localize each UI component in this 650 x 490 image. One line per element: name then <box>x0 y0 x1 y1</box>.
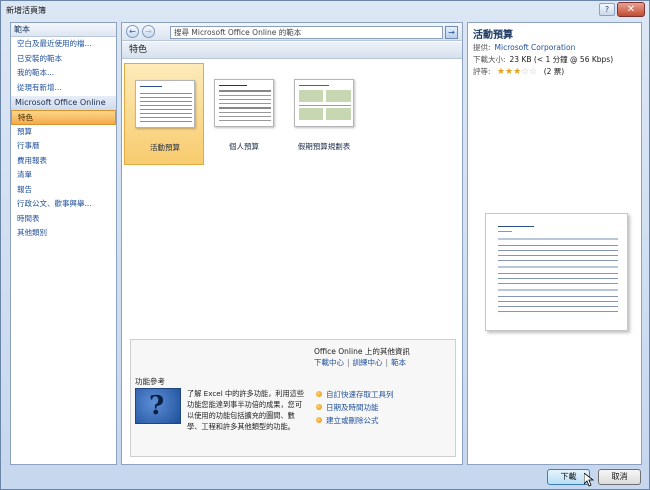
search-input[interactable]: 搜尋 Microsoft Office Online 的範本 <box>170 26 443 39</box>
template-label: 活動預算 <box>150 143 180 152</box>
mouse-cursor-icon <box>584 473 594 487</box>
template-categories: 範本 空白及最近使用的檔... 已安裝的範本 我的範本... 從現有新增... … <box>10 22 117 465</box>
bullet-icon <box>316 391 322 397</box>
question-mark-icon: ? <box>149 391 165 421</box>
help-icon[interactable]: ? <box>599 3 615 16</box>
template-gallery: ← → 搜尋 Microsoft Office Online 的範本 → 特色 <box>121 22 463 465</box>
category-reports[interactable]: 報告 <box>11 183 116 198</box>
search-go-icon[interactable]: → <box>445 26 458 39</box>
template-thumbnail <box>294 79 354 127</box>
download-size-row: 下載大小: 23 KB (< 1 分鐘 @ 56 Kbps) <box>473 54 613 65</box>
category-expense-reports[interactable]: 費用報表 <box>11 154 116 169</box>
category-new-from-existing[interactable]: 從現有新增... <box>11 81 116 96</box>
category-schedules[interactable]: 時間表 <box>11 212 116 227</box>
details-title: 活動預算 <box>473 30 513 41</box>
provider-value[interactable]: Microsoft Corporation <box>495 43 576 52</box>
link-templates[interactable]: 範本 <box>391 358 406 367</box>
more-info-title: Office Online 上的其他資訊 <box>314 347 410 356</box>
provider-row: 提供: Microsoft Corporation <box>473 42 575 53</box>
category-featured[interactable]: 特色 <box>11 110 116 125</box>
dialog-body: 範本 空白及最近使用的檔... 已安裝的範本 我的範本... 從現有新增... … <box>7 20 644 466</box>
category-installed[interactable]: 已安裝的範本 <box>11 52 116 67</box>
section-title: 特色 <box>122 42 462 59</box>
rating-label: 評等: <box>473 67 491 76</box>
template-preview <box>485 213 628 331</box>
feature-link-formulas[interactable]: 建立或刪除公式 <box>314 414 394 427</box>
back-arrow-icon[interactable]: ← <box>126 25 139 38</box>
close-icon[interactable]: ✕ <box>617 2 645 17</box>
title-bar: 新增活頁簿 ? ✕ <box>1 1 649 19</box>
cancel-button[interactable]: 取消 <box>598 469 641 485</box>
help-question-image[interactable]: ? <box>135 388 181 424</box>
function-reference-description: 了解 Excel 中的許多功能，利用這些功能您能達到事半功倍的成果，您可以使用的… <box>187 389 305 431</box>
star-empty-icon: ☆ <box>529 67 538 77</box>
template-label: 假期預算規劃表 <box>297 142 351 151</box>
rating-row: 評等: ★★★☆☆ (2 票) <box>473 66 564 77</box>
office-online-header: Microsoft Office Online <box>11 96 116 110</box>
rating-votes: (2 票) <box>543 67 565 76</box>
category-calendars[interactable]: 行事曆 <box>11 139 116 154</box>
template-details: 活動預算 提供: Microsoft Corporation 下載大小: 23 KB… <box>467 22 642 465</box>
bullet-icon <box>316 417 322 423</box>
category-blank-recent[interactable]: 空白及最近使用的檔... <box>11 37 116 52</box>
template-personal-budget[interactable]: 個人預算 <box>204 63 284 165</box>
category-lists[interactable]: 清單 <box>11 168 116 183</box>
star-full-icon: ★ <box>496 67 505 77</box>
category-my-templates[interactable]: 我的範本... <box>11 66 116 81</box>
function-reference-title: 功能參考 <box>135 377 165 386</box>
forward-arrow-icon[interactable]: → <box>142 25 155 38</box>
feature-link-date-time[interactable]: 日期及時間功能 <box>314 401 394 414</box>
navigation-bar: ← → 搜尋 Microsoft Office Online 的範本 → <box>122 23 462 41</box>
size-label: 下載大小: <box>473 55 506 64</box>
feature-link-list: 自訂快速存取工具列 日期及時間功能 建立或刪除公式 <box>314 388 394 427</box>
link-download-center[interactable]: 下載中心 <box>314 358 344 367</box>
link-training-center[interactable]: 訓練中心 <box>353 358 383 367</box>
templates-header: 範本 <box>11 23 116 37</box>
office-online-info-panel: Office Online 上的其他資訊 下載中心 | 訓練中心 | 範本 功能參考 ?… <box>130 339 456 457</box>
template-label: 個人預算 <box>229 142 259 151</box>
rating-stars[interactable]: ★★★☆☆ <box>496 67 540 77</box>
template-thumbnail <box>135 80 195 128</box>
template-vacation-budget[interactable]: 假期預算規劃表 <box>284 63 364 165</box>
star-full-icon: ★ <box>505 67 514 77</box>
feature-link-quick-access[interactable]: 自訂快速存取工具列 <box>314 388 394 401</box>
new-workbook-dialog: 新增活頁簿 ? ✕ 範本 空白及最近使用的檔... 已安裝的範本 我的範本...… <box>0 0 650 490</box>
template-thumbnail <box>214 79 274 127</box>
template-event-budget[interactable]: 活動預算 <box>124 63 204 165</box>
more-info-links: 下載中心 | 訓練中心 | 範本 <box>314 358 407 367</box>
provider-label: 提供: <box>473 43 491 52</box>
star-empty-icon: ☆ <box>521 67 530 77</box>
category-budgets[interactable]: 預算 <box>11 125 116 140</box>
star-full-icon: ★ <box>513 67 522 77</box>
category-other[interactable]: 其他類別 <box>11 226 116 241</box>
bullet-icon <box>316 404 322 410</box>
dialog-title: 新增活頁簿 <box>6 6 46 15</box>
category-admin-docs[interactable]: 行政公文、歡事興舉... <box>11 197 116 212</box>
size-value: 23 KB (< 1 分鐘 @ 56 Kbps) <box>509 55 614 64</box>
